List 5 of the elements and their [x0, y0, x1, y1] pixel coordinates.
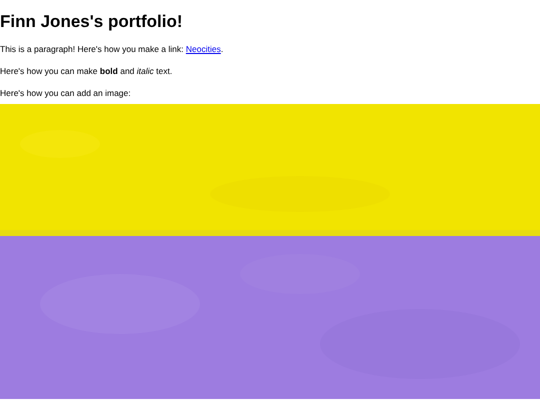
page-heading: Finn Jones's portfolio! [0, 11, 183, 32]
paragraph: Here's how you can add an image: [0, 88, 131, 98]
paragraph: Here's how you can make bold and italic text. [0, 66, 172, 76]
paragraph: This is a paragraph! Here's how you make a link: Neocities. [0, 44, 224, 54]
link[interactable]: Neocities [186, 44, 221, 54]
